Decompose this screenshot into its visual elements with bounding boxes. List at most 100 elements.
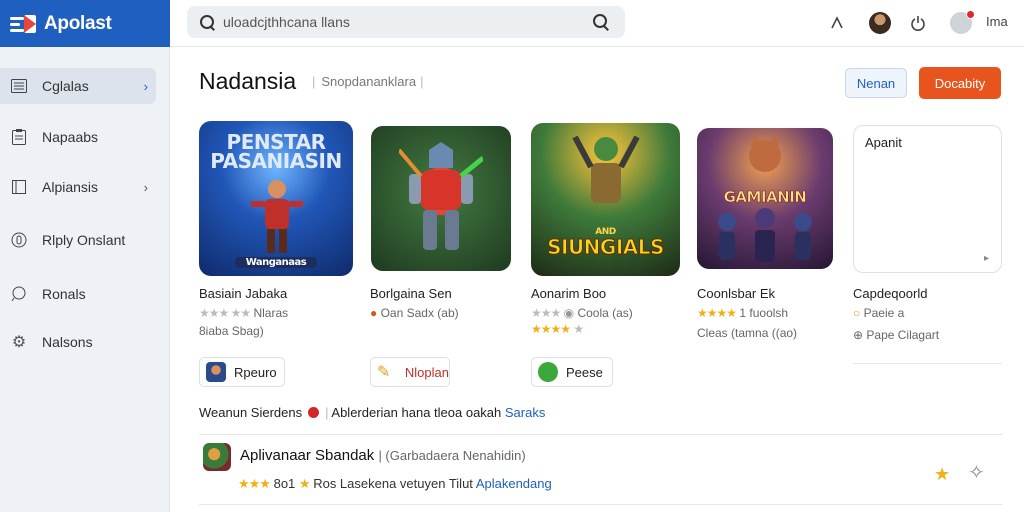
card-rating: ★★★★ 1 fuoolsh [697, 306, 788, 320]
game-card-image-4[interactable]: GAMIANIN [697, 128, 833, 269]
action-chip[interactable]: Peese [531, 357, 613, 387]
status-icon [538, 362, 558, 382]
ad-card[interactable]: Apanit ▸ [853, 125, 1002, 273]
square-icon [10, 178, 28, 196]
sidebar-item-alpiansis[interactable]: Alpiansis › [0, 169, 156, 205]
list-item-link[interactable]: Aplakendang [476, 476, 552, 491]
profile-avatar[interactable] [869, 12, 891, 34]
sidebar-item-label: Ronals [42, 286, 86, 302]
cat-figure [749, 134, 781, 172]
section-text: Weanun Sierdens [199, 405, 303, 420]
notification-badge [966, 10, 975, 19]
sidebar-item-label: Nalsons [42, 334, 93, 350]
card-overlay-title: GAMIANIN [723, 188, 807, 207]
primary-button[interactable]: Docabity [919, 67, 1001, 99]
user-name[interactable]: Ima [986, 14, 1008, 29]
star-rating: ★★★ [531, 306, 561, 320]
game-card-image-2[interactable] [371, 126, 511, 271]
card-rating: ● Oan Sadx (ab) [370, 306, 459, 320]
action-chip[interactable]: Rpeuro [199, 357, 285, 387]
robot-figure [399, 142, 483, 250]
circle-icon: ◉ [563, 306, 575, 320]
list-item-meta: ★★★ 8o1 ★ Ros Lasekena vetuyen Tilut Apl… [238, 476, 552, 492]
card-meta-text: Coola (as) [577, 306, 633, 320]
list-item-title[interactable]: Aplivanaar Sbandak | (Garbadaera Nenahid… [240, 447, 526, 464]
record-dot-icon [308, 407, 320, 418]
card-rating: ○ Paeie a [853, 306, 904, 320]
chip-label: Rpeuro [234, 364, 277, 380]
list-meta-text: Ros Lasekena vetuyen Tilut [313, 476, 473, 491]
chevron-right-icon: › [143, 78, 148, 94]
star-rating: ★★★★ ★ [531, 322, 584, 336]
sidebar: Cglalas › Napaabs Alpiansis › Rlply Onsl… [0, 47, 170, 512]
card-title[interactable]: Basiain Jabaka [199, 286, 287, 301]
chip-label: Nloplan [404, 364, 449, 380]
page-title: Nadansia [199, 68, 297, 94]
section-link[interactable]: Saraks [505, 405, 545, 420]
sidebar-item-cglalas[interactable]: Cglalas › [0, 68, 156, 104]
avatar-icon [206, 362, 226, 382]
card-meta-text: Cleas (tamna ((ao) [697, 326, 798, 340]
list-item-title-text: Aplivanaar Sbandak [240, 447, 375, 464]
pencil-icon: ✎ [377, 364, 391, 381]
action-chip[interactable]: ✎ Nloplan [370, 357, 450, 387]
pin-icon[interactable] [826, 12, 848, 34]
card-meta-text: 8iaba Sbag) [199, 324, 264, 338]
game-card-image-3[interactable]: AND SIUNGIALS [531, 123, 680, 276]
app-logo-text: Apolast [44, 12, 112, 34]
hero-figure [251, 180, 303, 253]
chat-icon [10, 285, 28, 303]
logo-icon [10, 14, 38, 34]
power-icon[interactable] [907, 12, 929, 34]
star-rating: ★★★★ [697, 306, 737, 320]
favorite-star-icon[interactable]: ★ [934, 464, 950, 485]
sidebar-item-nalsons[interactable]: ⚙ Nalsons [0, 324, 156, 360]
top-bar: uloadcjthhcana llans [170, 0, 1024, 47]
card-title[interactable]: Coonlsbar Ek [697, 286, 775, 301]
card-meta-text: Oan Sadx (ab) [380, 306, 459, 320]
card-title[interactable]: Capdeqoorld [853, 286, 927, 301]
card-title[interactable]: Aonarim Boo [531, 286, 606, 301]
search-icon [199, 14, 215, 30]
list-icon [10, 77, 28, 95]
sidebar-item-rlply-onslant[interactable]: Rlply Onslant [0, 222, 156, 258]
app-window: Apolast Cglalas › Napaabs Alpiansis › Rl… [0, 0, 1024, 512]
card-rating: ★★★ ★★ Nlaras [199, 306, 288, 320]
divider [853, 363, 1002, 364]
user-avatar[interactable] [950, 10, 975, 34]
card-meta-text: Paeie a [863, 306, 905, 320]
card-rating: ★★★ ◉ Coola (as) [531, 306, 633, 320]
share-icon[interactable]: ✧ [968, 460, 985, 485]
coin-icon: ● [370, 306, 378, 320]
card-meta-text: ⊕ Pape Cilagart [853, 328, 940, 342]
sidebar-item-label: Rlply Onslant [42, 232, 126, 248]
search-input[interactable]: uloadcjthhcana llans [187, 6, 625, 38]
secondary-button[interactable]: Nenan [845, 68, 907, 98]
card-overlay-badge: Wanganaas [235, 257, 317, 268]
sidebar-item-label: Cglalas [42, 78, 89, 94]
divider [199, 434, 1002, 435]
circle-icon: ○ [853, 306, 861, 320]
sidebar-item-ronals[interactable]: Ronals [0, 276, 156, 312]
sidebar-item-label: Napaabs [42, 129, 99, 145]
card-meta-text: Nlaras [253, 306, 289, 320]
star-rating: ★★★ ★★ [199, 306, 251, 320]
search-placeholder: uloadcjthhcana llans [223, 14, 350, 30]
card-overlay-title: SIUNGIALS [547, 235, 665, 260]
warrior-figure [572, 135, 640, 203]
squad-figures [718, 208, 812, 262]
app-icon[interactable] [203, 443, 231, 471]
section-heading: Weanun Sierdens | Ablerderian hana tleoa … [199, 405, 546, 420]
page-subtitle: | Snopdananklara | [312, 74, 424, 89]
card-title[interactable]: Borlgaina Sen [370, 286, 452, 301]
chip-label: Peese [566, 364, 603, 380]
card-meta-text: 1 fuoolsh [739, 306, 789, 320]
card-overlay-title: PENSTAR PASANIASIN [210, 130, 342, 173]
circle-icon [10, 231, 28, 249]
list-item-subtitle: Garbadaera Nenahidin [389, 448, 522, 463]
game-card-image-1[interactable]: PENSTAR PASANIASIN Wanganaas [199, 121, 353, 276]
search-submit-icon[interactable] [593, 14, 609, 30]
logo-bar[interactable]: Apolast [0, 0, 170, 47]
sidebar-item-napaabs[interactable]: Napaabs [0, 119, 156, 155]
ad-card-label: Apanit [865, 135, 902, 150]
